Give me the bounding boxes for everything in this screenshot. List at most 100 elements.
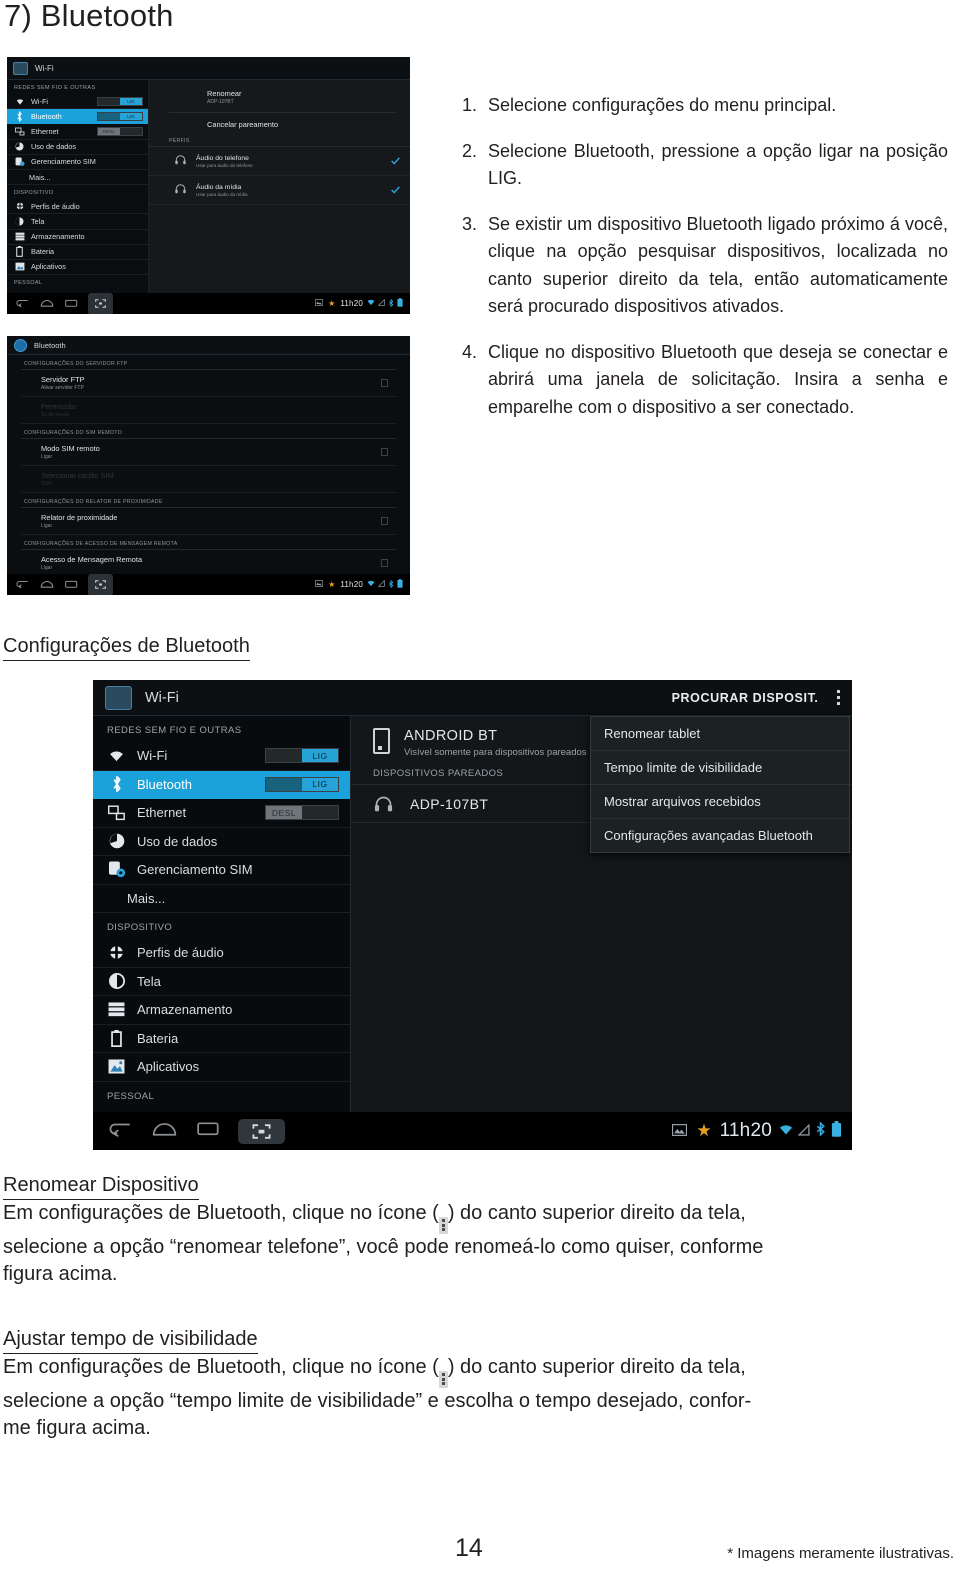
home-icon[interactable]: [40, 295, 54, 313]
shot1-unpair-row[interactable]: Cancelar pareamento: [149, 113, 410, 136]
shot1-rename-row[interactable]: Renomear ADP-107BT: [149, 80, 410, 105]
shot2-group-header-ftp: CONFIGURAÇÕES DO SERVIDOR FTP: [21, 355, 396, 370]
menu-item-configuracoes-avancadas-bluetooth[interactable]: Configurações avançadas Bluetooth: [591, 819, 849, 852]
shot1-profile-phone-audio[interactable]: Áudio do telefone Usar para áudio do tel…: [149, 147, 410, 176]
audio-profile-icon: [14, 201, 25, 212]
screenshot-icon[interactable]: [88, 573, 113, 595]
checkbox[interactable]: [381, 448, 388, 456]
section-heading: Renomear Dispositivo: [3, 1172, 199, 1200]
sidebar-label-bluetooth: Bluetooth: [137, 776, 192, 792]
recents-icon[interactable]: [65, 295, 78, 313]
shot1-label-perfis-de-audio: Perfis de áudio: [31, 201, 80, 211]
shot1-toggle-ethernet[interactable]: DESL: [97, 126, 143, 136]
shot2-item-acesso-mensagem-remota[interactable]: Acesso de Mensagem Remota Ligar: [21, 550, 396, 577]
toggle-wifi[interactable]: LIG: [265, 748, 339, 764]
sidebar-label-uso-de-dados: Uso de dados: [137, 833, 218, 849]
section-paragraph-line-3: figura acima.: [3, 1262, 118, 1285]
bluetooth-app-icon: [14, 338, 27, 352]
headset-icon: [175, 181, 186, 199]
toggle-bluetooth[interactable]: LIG: [265, 776, 339, 792]
section-heading: Ajustar tempo de visibilidade: [3, 1326, 258, 1354]
sidebar-item-gerenciamento-sim[interactable]: Gerenciamento SIM: [93, 856, 350, 885]
sidebar-label-bateria: Bateria: [137, 1030, 179, 1046]
shot1-toggle-wifi[interactable]: LIG: [97, 96, 143, 106]
section-paragraph-line-1: Em configurações de Bluetooth, clique no…: [3, 1354, 949, 1388]
back-icon[interactable]: [107, 1120, 132, 1142]
shot2-item-servidor-ftp[interactable]: Servidor FTP Ativar servidor FTP: [21, 370, 396, 397]
screenshot-icon[interactable]: [88, 292, 113, 314]
shot1-toggle-bluetooth[interactable]: LIG: [97, 111, 143, 121]
recents-icon[interactable]: [65, 576, 78, 594]
screenshot-bluetooth-settings-main: Wi-Fi PROCURAR DISPOSIT. REDES SEM FIO E…: [93, 680, 852, 1150]
search-devices-button[interactable]: PROCURAR DISPOSIT.: [672, 691, 819, 705]
overflow-menu-icon[interactable]: [836, 689, 840, 706]
sidebar-item-armazenamento[interactable]: Armazenamento: [93, 996, 350, 1025]
checkmark-icon[interactable]: [391, 181, 400, 199]
shot3-action-bar: PROCURAR DISPOSIT.: [672, 689, 852, 706]
home-icon[interactable]: [152, 1120, 177, 1142]
back-icon[interactable]: [15, 576, 29, 594]
sidebar-item-bluetooth[interactable]: Bluetooth LIG: [93, 770, 350, 799]
checkbox[interactable]: [381, 517, 388, 525]
shot1-item-mais[interactable]: Mais...: [7, 170, 148, 186]
checkbox[interactable]: [381, 559, 388, 567]
shot1-item-bateria[interactable]: Bateria: [7, 245, 148, 260]
sidebar-item-aplicativos[interactable]: Aplicativos: [93, 1053, 350, 1082]
shot1-item-bluetooth[interactable]: Bluetooth LIG: [7, 109, 148, 125]
display-icon: [107, 972, 126, 991]
sidebar-label-gerenciamento-sim: Gerenciamento SIM: [137, 862, 253, 878]
shot2-item-sub: Ativar servidor FTP: [41, 385, 84, 391]
data-usage-icon: [14, 141, 25, 152]
sidebar-label-ethernet: Ethernet: [137, 805, 187, 821]
step-item: 1. Selecione configurações do menu princ…: [462, 92, 948, 120]
shot3-title: Wi-Fi: [145, 689, 179, 706]
checkbox[interactable]: [381, 379, 388, 387]
step-number: 2.: [462, 140, 478, 161]
sidebar-item-tela[interactable]: Tela: [93, 968, 350, 996]
shot1-status-bar: Wi-Fi: [7, 57, 410, 80]
overflow-menu-icon: [438, 1216, 448, 1234]
shot2-item-title: Acesso de Mensagem Remota: [41, 555, 143, 564]
wifi-signal-icon: [367, 299, 375, 308]
sidebar-item-wifi[interactable]: Wi-Fi LIG: [93, 742, 350, 771]
ethernet-icon: [107, 803, 126, 822]
sidebar-item-uso-de-dados[interactable]: Uso de dados: [93, 828, 350, 856]
checkmark-icon[interactable]: [391, 152, 400, 170]
shot2-item-modo-sim-remoto[interactable]: Modo SIM remoto Ligar: [21, 439, 396, 466]
instruction-steps: 1. Selecione configurações do menu princ…: [462, 92, 948, 421]
section-paragraph-line-2: selecione a opção “tempo limite de visib…: [3, 1389, 752, 1412]
shot2-item-relator-proximidade[interactable]: Relator de proximidade Ligar: [21, 508, 396, 535]
menu-item-mostrar-arquivos-recebidos[interactable]: Mostrar arquivos recebidos: [591, 785, 849, 819]
shot1-item-wifi[interactable]: Wi-Fi LIG: [7, 94, 148, 110]
sim-icon: [107, 860, 126, 879]
shot1-item-aplicativos[interactable]: Aplicativos: [7, 260, 148, 276]
shot2-item-permissao: Permissão Só de leitura: [21, 397, 396, 424]
shot3-status-bar: Wi-Fi PROCURAR DISPOSIT.: [93, 680, 852, 716]
shot1-item-tela[interactable]: Tela: [7, 214, 148, 230]
sidebar-item-bateria[interactable]: Bateria: [93, 1025, 350, 1053]
menu-item-tempo-limite-visibilidade[interactable]: Tempo limite de visibilidade: [591, 751, 849, 785]
sidebar-item-ethernet[interactable]: Ethernet DESL: [93, 799, 350, 828]
shot1-profile-sub-2: Usar para áudio da mídia: [196, 191, 248, 197]
step-number: 4.: [462, 341, 478, 362]
shot1-profile-media-audio[interactable]: Áudio da mídia Usar para áudio da mídia: [149, 176, 410, 205]
screenshot-icon[interactable]: [238, 1118, 285, 1144]
shot1-item-uso-de-dados[interactable]: Uso de dados: [7, 140, 148, 155]
toggle-ethernet[interactable]: DESL: [265, 805, 339, 821]
sd-card-icon: [315, 580, 324, 589]
shot1-group-1: REDES SEM FIO E OUTRAS: [14, 85, 96, 91]
overflow-menu: Renomear tablet Tempo limite de visibili…: [590, 716, 850, 853]
shot1-item-armazenamento[interactable]: Armazenamento: [7, 230, 148, 245]
back-icon[interactable]: [15, 295, 29, 313]
shot2-item-sub: Ligar: [41, 523, 53, 529]
recents-icon[interactable]: [197, 1120, 220, 1142]
shot1-item-gerenciamento-sim[interactable]: Gerenciamento SIM: [7, 155, 148, 170]
home-icon[interactable]: [40, 576, 54, 594]
menu-item-renomear-tablet[interactable]: Renomear tablet: [591, 717, 849, 751]
shot1-item-ethernet[interactable]: Ethernet DESL: [7, 124, 148, 140]
star-icon: ★: [328, 580, 336, 589]
step-item: 3. Se existir um dispositivo Bluetooth l…: [462, 211, 948, 321]
sidebar-item-perfis-de-audio[interactable]: Perfis de áudio: [93, 939, 350, 968]
shot1-item-perfis-de-audio[interactable]: Perfis de áudio: [7, 199, 148, 215]
sidebar-item-mais[interactable]: Mais...: [93, 885, 350, 913]
